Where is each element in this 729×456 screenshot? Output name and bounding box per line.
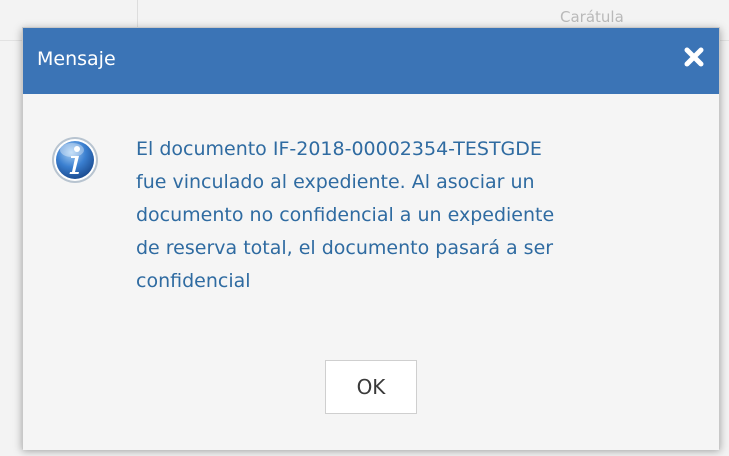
- background-caratula-header: Carátula: [560, 8, 624, 26]
- info-icon: [50, 135, 100, 185]
- message-dialog: Mensaje El documento IF-2018-00002354-TE…: [22, 27, 720, 450]
- dialog-header: Mensaje: [23, 28, 719, 94]
- close-icon[interactable]: [679, 42, 709, 72]
- dialog-body: El documento IF-2018-00002354-TESTGDE fu…: [23, 94, 719, 450]
- ok-button[interactable]: OK: [325, 360, 417, 414]
- dialog-message: El documento IF-2018-00002354-TESTGDE fu…: [136, 138, 555, 292]
- dialog-title: Mensaje: [37, 48, 116, 70]
